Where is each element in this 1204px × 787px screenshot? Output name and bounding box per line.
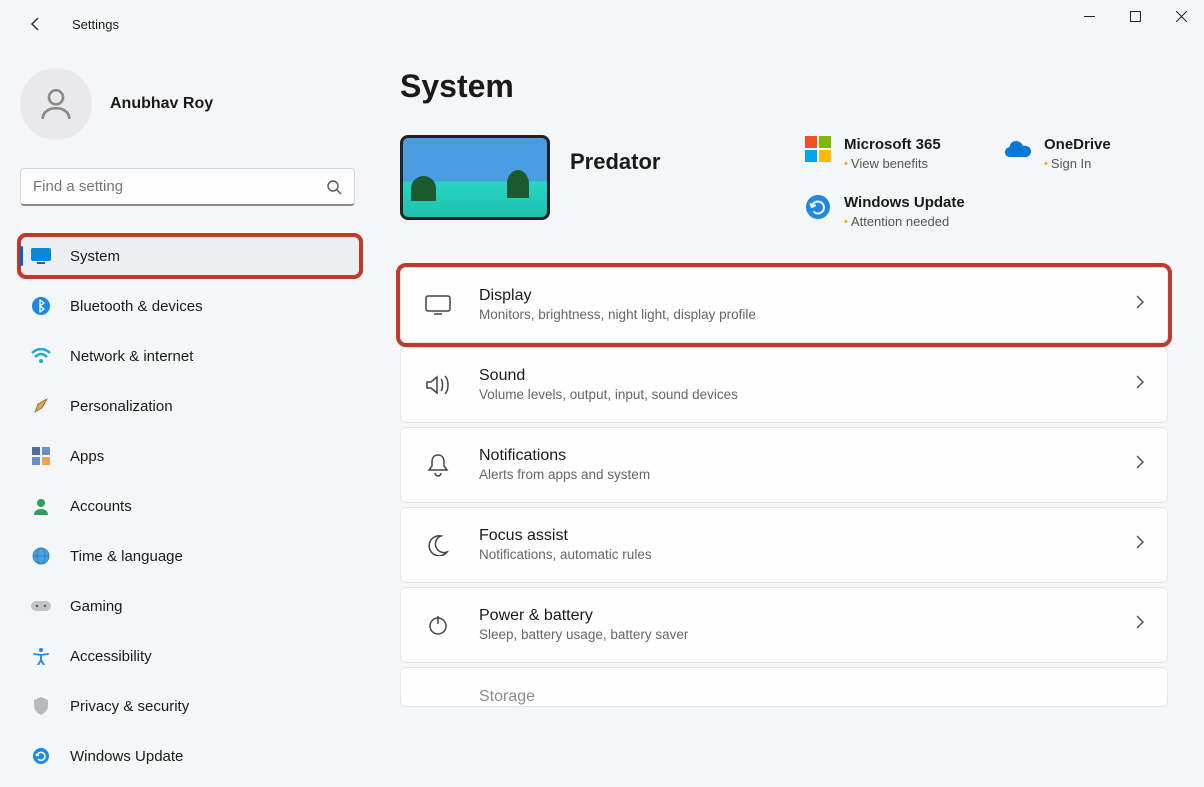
window-controls — [1066, 0, 1204, 32]
sidebar-item-label: Apps — [70, 448, 104, 465]
sidebar-item-windows-update[interactable]: Windows Update — [20, 736, 352, 776]
card-title: Power & battery — [479, 607, 1135, 625]
card-sub: Alerts from apps and system — [479, 467, 1135, 482]
sidebar-item-label: System — [70, 248, 120, 265]
power-icon — [423, 614, 453, 636]
tile-title: Microsoft 365 — [844, 135, 941, 155]
brush-icon — [30, 395, 52, 417]
tile-onedrive[interactable]: OneDrive Sign In — [1004, 135, 1174, 173]
chevron-right-icon — [1135, 615, 1145, 634]
person-icon — [36, 84, 76, 124]
minimize-icon — [1084, 11, 1095, 22]
profile-name: Anubhav Roy — [110, 95, 213, 113]
sidebar-item-accessibility[interactable]: Accessibility — [20, 636, 352, 676]
tile-sub: Attention needed — [844, 213, 965, 231]
sidebar-item-label: Time & language — [70, 548, 183, 565]
accessibility-icon — [30, 645, 52, 667]
chevron-right-icon — [1135, 535, 1145, 554]
card-focus-assist[interactable]: Focus assist Notifications, automatic ru… — [400, 507, 1168, 583]
moon-icon — [423, 534, 453, 556]
shield-icon — [30, 695, 52, 717]
card-sub: Volume levels, output, input, sound devi… — [479, 387, 1135, 402]
maximize-button[interactable] — [1112, 0, 1158, 32]
sidebar-item-system[interactable]: System — [20, 236, 360, 276]
sidebar-item-time-language[interactable]: Time & language — [20, 536, 352, 576]
sidebar-item-label: Bluetooth & devices — [70, 298, 203, 315]
bluetooth-icon — [30, 295, 52, 317]
sidebar-item-label: Privacy & security — [70, 698, 189, 715]
tile-title: Windows Update — [844, 193, 965, 213]
card-title: Storage — [479, 688, 1145, 706]
close-button[interactable] — [1158, 0, 1204, 32]
sidebar-item-privacy[interactable]: Privacy & security — [20, 686, 352, 726]
sidebar-item-label: Windows Update — [70, 748, 183, 765]
onedrive-icon — [1004, 135, 1032, 163]
card-sub: Monitors, brightness, night light, displ… — [479, 307, 1135, 322]
search-icon — [326, 179, 342, 195]
gaming-icon — [30, 595, 52, 617]
update-icon — [30, 745, 52, 767]
tile-sub: View benefits — [844, 155, 941, 173]
sidebar-item-label: Gaming — [70, 598, 123, 615]
tile-windows-update[interactable]: Windows Update Attention needed — [804, 193, 1174, 231]
maximize-icon — [1130, 11, 1141, 22]
card-title: Notifications — [479, 447, 1135, 465]
nav-list: System Bluetooth & devices Network & int… — [20, 236, 352, 776]
apps-icon — [30, 445, 52, 467]
system-header-row: Predator Microsoft 365 View benefits One… — [400, 135, 1174, 231]
avatar — [20, 68, 92, 140]
search-input[interactable] — [33, 178, 326, 195]
card-title: Sound — [479, 367, 1135, 385]
pc-wallpaper-preview[interactable] — [400, 135, 550, 220]
accounts-icon — [30, 495, 52, 517]
profile-section[interactable]: Anubhav Roy — [20, 68, 352, 140]
card-title: Focus assist — [479, 527, 1135, 545]
page-title: System — [400, 68, 1174, 105]
wifi-icon — [30, 345, 52, 367]
monitor-icon — [423, 295, 453, 315]
sidebar-item-label: Accounts — [70, 498, 132, 515]
header-tiles: Microsoft 365 View benefits OneDrive Sig… — [804, 135, 1174, 231]
chevron-right-icon — [1135, 455, 1145, 474]
minimize-button[interactable] — [1066, 0, 1112, 32]
close-icon — [1176, 11, 1187, 22]
sidebar-item-label: Network & internet — [70, 348, 193, 365]
microsoft-logo-icon — [804, 135, 832, 163]
tile-microsoft-365[interactable]: Microsoft 365 View benefits — [804, 135, 994, 173]
card-power-battery[interactable]: Power & battery Sleep, battery usage, ba… — [400, 587, 1168, 663]
sidebar-item-network[interactable]: Network & internet — [20, 336, 352, 376]
card-storage[interactable]: Storage — [400, 667, 1168, 707]
card-title: Display — [479, 287, 1135, 305]
sidebar-item-label: Personalization — [70, 398, 173, 415]
chevron-right-icon — [1135, 375, 1145, 394]
globe-clock-icon — [30, 545, 52, 567]
sidebar-item-bluetooth[interactable]: Bluetooth & devices — [20, 286, 352, 326]
card-display[interactable]: Display Monitors, brightness, night ligh… — [400, 267, 1168, 343]
card-notifications[interactable]: Notifications Alerts from apps and syste… — [400, 427, 1168, 503]
sync-icon — [804, 193, 832, 221]
app-title: Settings — [72, 17, 119, 32]
bell-icon — [423, 453, 453, 477]
sidebar-item-gaming[interactable]: Gaming — [20, 586, 352, 626]
sidebar-item-apps[interactable]: Apps — [20, 436, 352, 476]
tile-title: OneDrive — [1044, 135, 1111, 155]
tile-sub: Sign In — [1044, 155, 1111, 173]
sidebar: Anubhav Roy System Bluetooth & devices N… — [0, 48, 360, 787]
sound-icon — [423, 374, 453, 396]
arrow-left-icon — [28, 16, 44, 32]
back-button[interactable] — [20, 8, 52, 40]
display-icon — [30, 245, 52, 267]
chevron-right-icon — [1135, 295, 1145, 314]
sidebar-item-label: Accessibility — [70, 648, 152, 665]
main-content: System Predator Microsoft 365 View benef… — [360, 48, 1204, 787]
card-sub: Sleep, battery usage, battery saver — [479, 627, 1135, 642]
pc-name: Predator — [570, 149, 660, 175]
title-bar: Settings — [0, 0, 1204, 48]
card-sub: Notifications, automatic rules — [479, 547, 1135, 562]
sidebar-item-personalization[interactable]: Personalization — [20, 386, 352, 426]
sidebar-item-accounts[interactable]: Accounts — [20, 486, 352, 526]
card-sound[interactable]: Sound Volume levels, output, input, soun… — [400, 347, 1168, 423]
search-box[interactable] — [20, 168, 355, 206]
